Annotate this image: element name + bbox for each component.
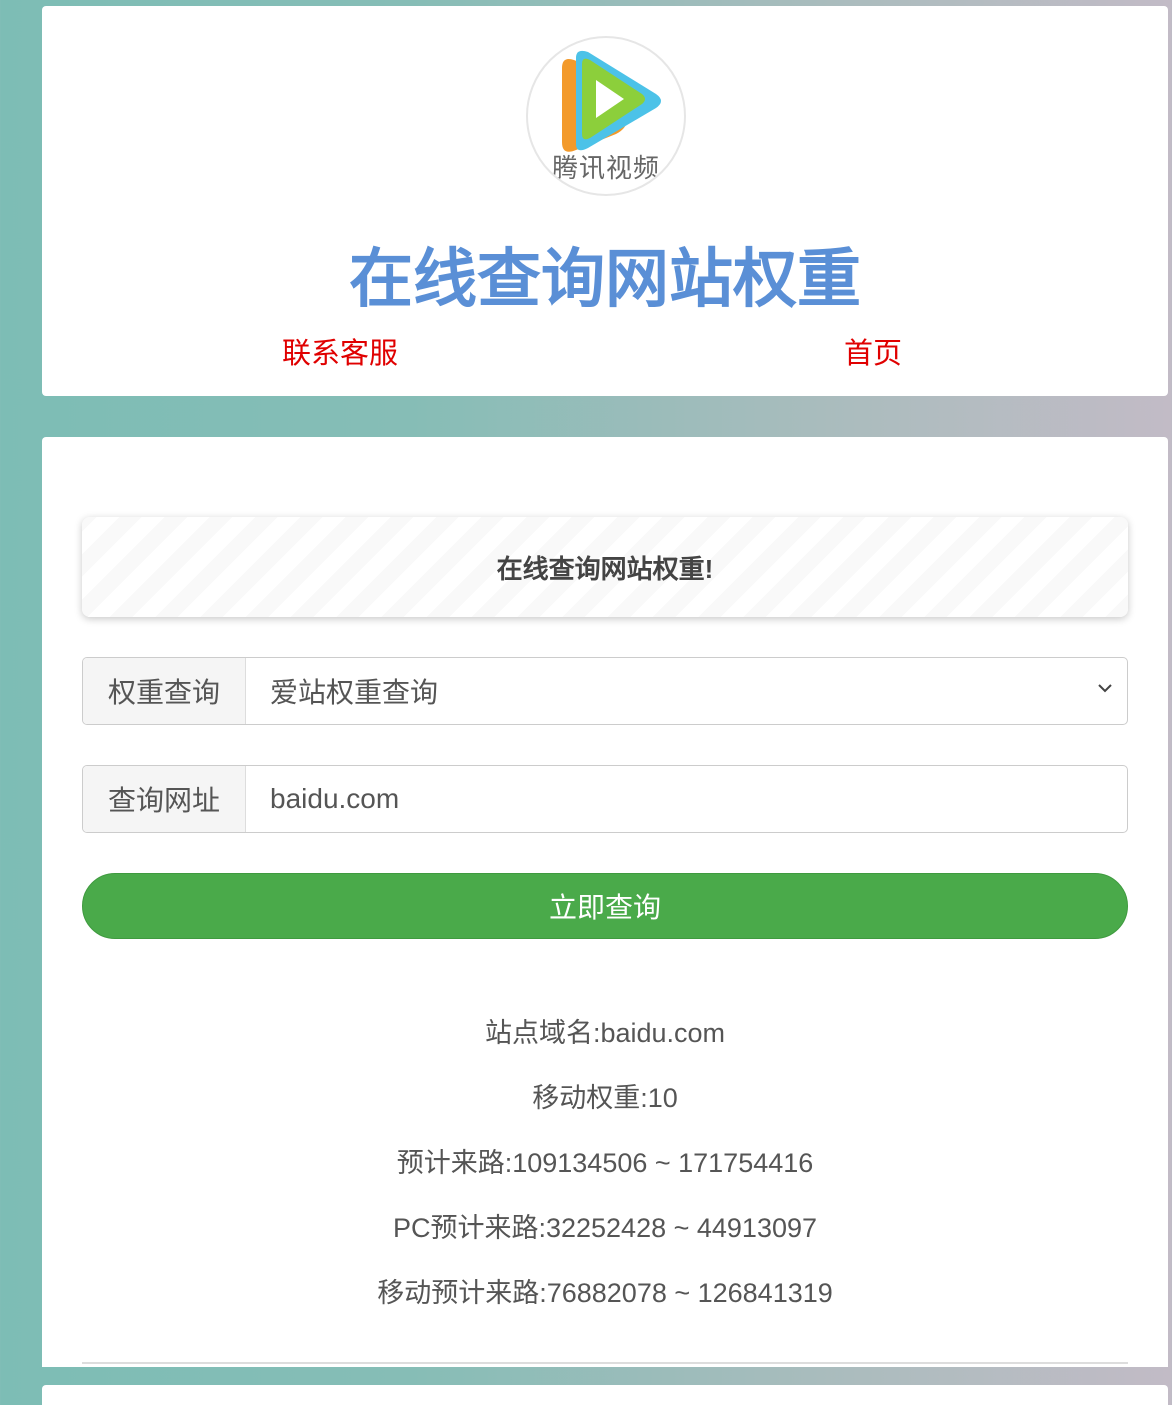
result-pc-traffic: PC预计来路:32252428 ~ 44913097 [392, 1213, 818, 1243]
url-input-value: baidu.com [270, 783, 400, 814]
nav-home[interactable]: 首页 [844, 330, 902, 372]
weight-query-group: 权重查询 爱站权重查询 [82, 657, 1128, 725]
header-card: 腾讯视频 在线查询网站权重 联系客服 首页 [42, 6, 1168, 396]
url-query-label: 查询网址 [83, 766, 246, 832]
weight-query-select[interactable]: 爱站权重查询 [246, 658, 1127, 724]
query-results: 站点域名:baidu.com 移动权重:10 预计来路:109134506 ~ … [42, 1013, 1168, 1338]
divider [82, 1362, 1128, 1364]
site-logo: 腾讯视频 [526, 36, 686, 196]
query-card: 在线查询网站权重! 权重查询 爱站权重查询 查询网址 baidu.com 立即查… [42, 437, 1168, 1367]
query-banner: 在线查询网站权重! [82, 517, 1128, 617]
result-mobile-traffic: 移动预计来路:76882078 ~ 126841319 [377, 1278, 833, 1308]
chevron-down-icon [1098, 684, 1112, 693]
weight-query-label: 权重查询 [83, 658, 246, 724]
logo-text: 腾讯视频 [551, 154, 660, 184]
weight-query-selected-value: 爱站权重查询 [270, 677, 439, 708]
nav-contact-support[interactable]: 联系客服 [282, 330, 398, 372]
footer-card [42, 1385, 1168, 1405]
result-domain: 站点域名:baidu.com [484, 1018, 726, 1048]
result-estimated-traffic: 预计来路:109134506 ~ 171754416 [396, 1148, 814, 1178]
page-title: 在线查询网站权重 [349, 243, 861, 315]
tencent-video-play-icon [562, 50, 661, 152]
submit-query-button[interactable]: 立即查询 [82, 873, 1128, 939]
result-mobile-weight: 移动权重:10 [532, 1083, 678, 1113]
url-query-group: 查询网址 baidu.com [82, 765, 1128, 833]
url-input[interactable]: baidu.com [246, 766, 1127, 832]
